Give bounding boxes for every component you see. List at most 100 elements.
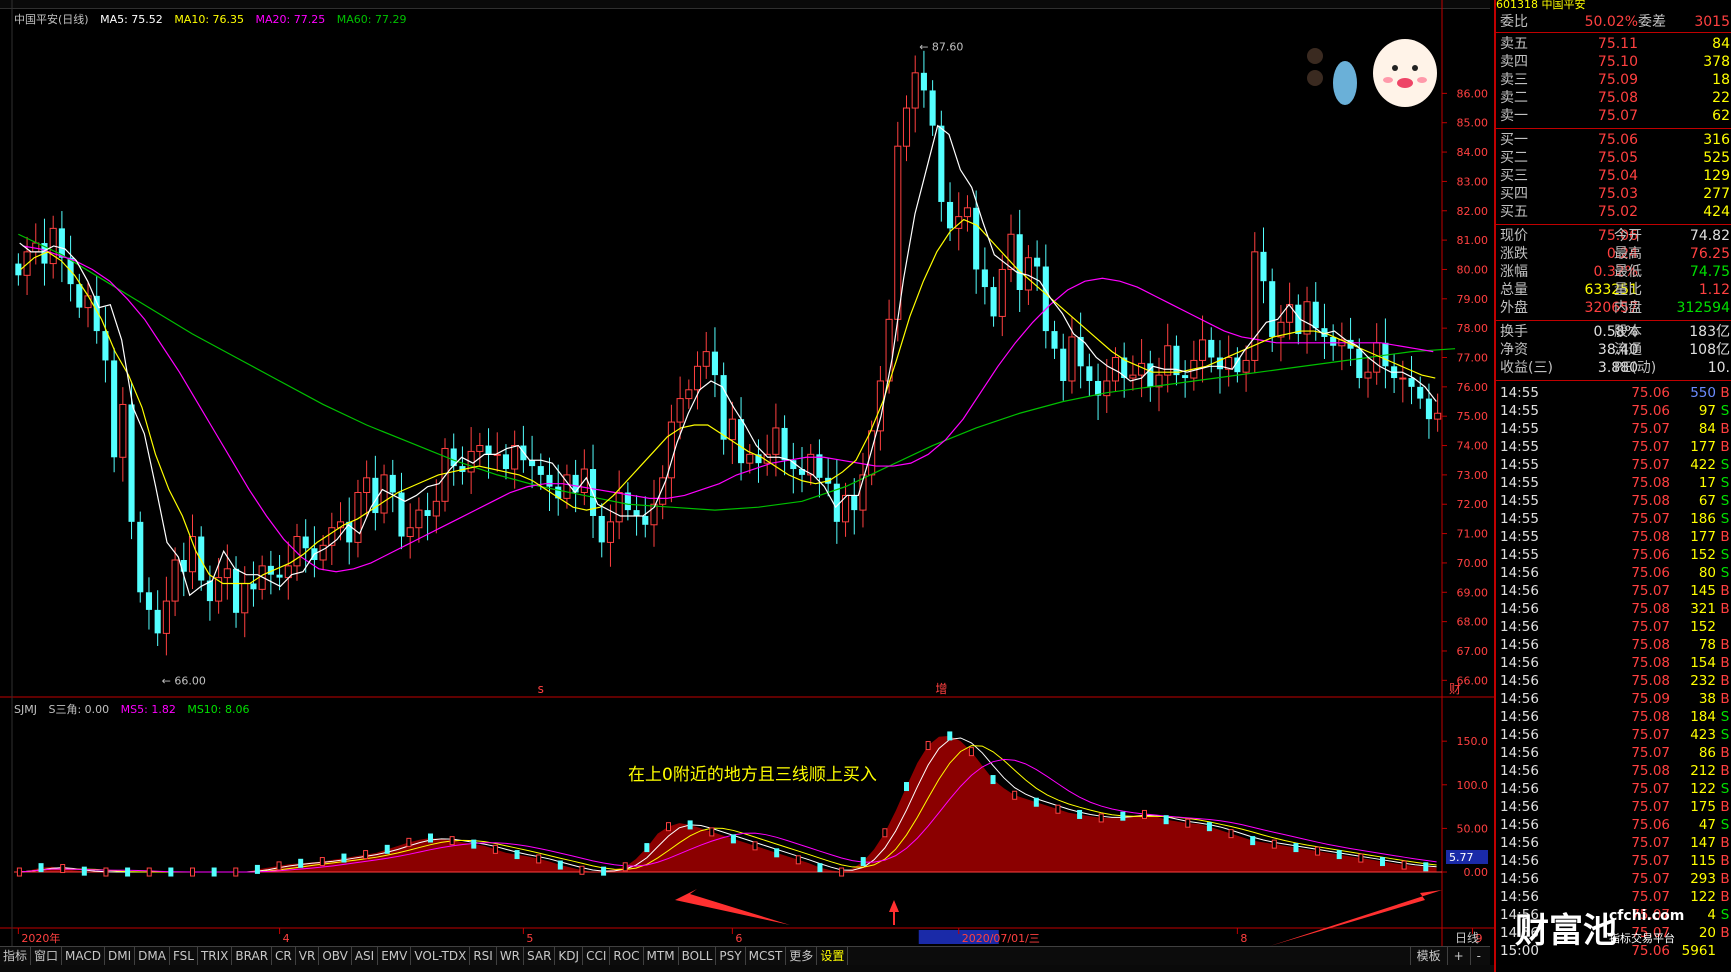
tick-volume: 184 (1690, 709, 1716, 725)
sjmj-bar (1206, 822, 1212, 832)
candle (1182, 360, 1189, 398)
sell-row: 卖一 75.07 62 (1496, 107, 1731, 125)
candle (842, 482, 850, 537)
tab-19[interactable]: ROC (610, 947, 644, 965)
candle (363, 460, 371, 517)
tab-21[interactable]: BOLL (679, 947, 717, 965)
tab-3[interactable]: DMI (105, 947, 136, 965)
sjmj-bar (904, 782, 909, 792)
ind-value: S三角: 0.00 (48, 703, 110, 716)
template-control-0[interactable]: 模板 (1409, 947, 1447, 965)
tick-time: 14:56 (1500, 637, 1539, 653)
sjmj-bar (557, 860, 563, 870)
candle-body (406, 527, 414, 538)
tab-14[interactable]: RSI (470, 947, 497, 965)
candle (1095, 363, 1102, 421)
sell-row: 卖三 75.09 18 (1496, 71, 1731, 89)
tab-4[interactable]: DMA (135, 947, 170, 965)
tab-17[interactable]: KDJ (555, 947, 584, 965)
template-control-1[interactable]: + (1446, 947, 1470, 965)
tab-23[interactable]: MCST (746, 947, 787, 965)
candle (885, 299, 893, 394)
candle-body (851, 495, 858, 511)
tab-8[interactable]: CR (272, 947, 296, 965)
tick-time: 14:56 (1500, 745, 1539, 761)
tick-volume: 186 (1690, 511, 1716, 527)
tab-18[interactable]: CCI (583, 947, 611, 965)
kline-chart-svg: 66.00 67.00 68.00 69.00 70.00 71.00 72.00 73.00… (0, 0, 1494, 946)
tab-1[interactable]: 窗口 (31, 947, 63, 965)
sep-line (1496, 320, 1731, 321)
sjmj-bar (795, 855, 801, 865)
candle-body (1199, 339, 1207, 361)
tab-13[interactable]: VOL-TDX (411, 947, 471, 965)
tab-25[interactable]: 设置 (817, 947, 849, 965)
tab-24[interactable]: 更多 (786, 947, 818, 965)
tab-10[interactable]: OBV (319, 947, 352, 965)
ind-name: SJMJ (14, 703, 37, 716)
candle (1260, 227, 1267, 304)
candle (119, 387, 127, 482)
tab-5[interactable]: FSL (170, 947, 198, 965)
candle (1121, 342, 1128, 398)
candle (1199, 315, 1207, 383)
tab-0[interactable]: 指标 (0, 947, 32, 965)
candle (198, 526, 205, 591)
tab-12[interactable]: EMV (378, 947, 412, 965)
tab-6[interactable]: TRIX (198, 947, 233, 965)
sjmj-bar (1012, 790, 1018, 800)
tick-time: 14:55 (1500, 529, 1539, 545)
tab-2[interactable]: MACD (62, 947, 106, 965)
tick-side: S (1720, 817, 1730, 833)
candle (380, 464, 388, 524)
candle-body (302, 536, 309, 549)
candle-body (319, 544, 327, 561)
tick-volume: 122 (1690, 781, 1716, 797)
candle-body (606, 521, 614, 543)
peak-label: ← 87.60 (919, 40, 963, 53)
ind-tick-label: 150.0 (1457, 735, 1489, 748)
date-tick-label: 6 (735, 932, 742, 945)
buy-price: 75.04 (1597, 168, 1638, 184)
candle-body (728, 418, 736, 441)
tick-time: 14:56 (1500, 565, 1539, 581)
tab-11[interactable]: ASI (352, 947, 379, 965)
candle (328, 512, 336, 565)
candle-body (1173, 345, 1180, 376)
price-tick-label: 77.00 (1457, 352, 1489, 365)
sjmj-bar (860, 857, 866, 867)
sjmj-bar (276, 861, 282, 871)
candle (1068, 317, 1076, 394)
tab-9[interactable]: VR (296, 947, 320, 965)
tick-time: 14:56 (1500, 673, 1539, 689)
sjmj-bar (319, 857, 325, 867)
tick-row: 14:56 75.07 122 S (1496, 780, 1731, 798)
tick-side: B (1720, 439, 1730, 455)
candle-body (485, 445, 492, 455)
candle (128, 382, 135, 540)
stat-label: 现价 (1500, 228, 1528, 244)
template-control-2[interactable]: - (1469, 947, 1487, 965)
candle (346, 497, 353, 565)
candle-body (1373, 342, 1381, 373)
ms10-legend: MS10: 8.06 (187, 703, 250, 716)
tick-volume: 152 (1690, 619, 1716, 635)
sjmj-bar (492, 844, 498, 854)
price-tick-label: 67.00 (1457, 645, 1489, 658)
candle-body (424, 510, 431, 516)
tab-7[interactable]: BRAR (232, 947, 273, 965)
tick-time: 14:55 (1500, 421, 1539, 437)
tab-22[interactable]: PSY (716, 947, 746, 965)
tick-volume: 86 (1698, 745, 1716, 761)
tick-row: 14:55 75.08 67 S (1496, 492, 1731, 510)
tab-20[interactable]: MTM (644, 947, 679, 965)
candle (929, 80, 936, 136)
buy-price: 75.02 (1597, 204, 1638, 220)
tab-15[interactable]: WR (497, 947, 525, 965)
stock-title: 中国平安(日线) (14, 13, 89, 26)
sjmj-bar (406, 837, 412, 847)
tick-volume: 47 (1698, 817, 1716, 833)
candle-body (938, 125, 945, 202)
tick-row: 14:55 75.07 186 S (1496, 510, 1731, 528)
tab-16[interactable]: SAR (524, 947, 556, 965)
